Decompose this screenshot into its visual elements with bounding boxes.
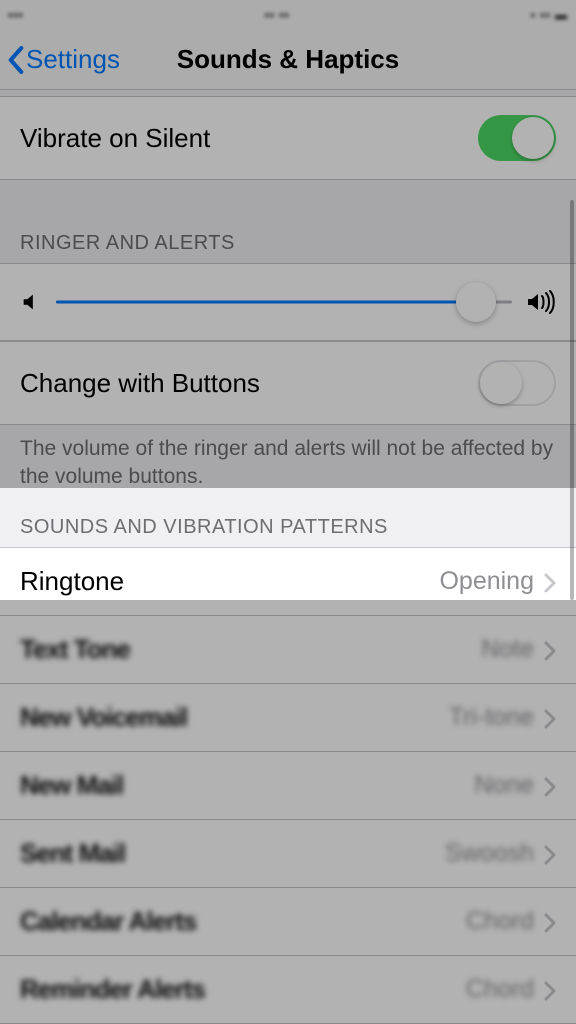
change-with-buttons-toggle[interactable] — [478, 360, 556, 406]
pattern-label: Ringtone — [20, 566, 124, 597]
toggle-knob — [480, 362, 522, 404]
back-button[interactable]: Settings — [0, 44, 120, 75]
pattern-row-new-voicemail[interactable]: New Voicemail Tri-tone — [0, 684, 576, 752]
pattern-row-text-tone[interactable]: Text Tone Note — [0, 616, 576, 684]
vibrate-on-silent-label: Vibrate on Silent — [20, 123, 210, 154]
vibrate-on-silent-row: Vibrate on Silent — [0, 96, 576, 180]
ringer-volume-slider[interactable] — [56, 284, 512, 320]
pattern-value: Tri-tone — [449, 703, 556, 732]
pattern-value: Chord — [466, 975, 556, 1004]
status-bar: ••• •• •• • •• ▬ — [0, 0, 576, 30]
patterns-header: SOUNDS AND VIBRATION PATTERNS — [0, 506, 576, 547]
pattern-label: Calendar Alerts — [20, 906, 196, 937]
chevron-right-icon — [544, 979, 556, 999]
chevron-right-icon — [544, 775, 556, 795]
slider-fill — [56, 301, 476, 304]
slider-thumb[interactable] — [456, 282, 496, 322]
nav-bar: Settings Sounds & Haptics — [0, 30, 576, 90]
chevron-right-icon — [544, 843, 556, 863]
status-left: ••• — [8, 8, 24, 22]
pattern-row-calendar-alerts[interactable]: Calendar Alerts Chord — [0, 888, 576, 956]
pattern-label: New Mail — [20, 770, 123, 801]
pattern-value: Swoosh — [445, 839, 556, 868]
pattern-label: Text Tone — [20, 634, 130, 665]
pattern-row-reminder-alerts[interactable]: Reminder Alerts Chord — [0, 956, 576, 1024]
pattern-label: Sent Mail — [20, 838, 125, 869]
chevron-right-icon — [544, 707, 556, 727]
status-right: • •• ▬ — [531, 8, 568, 22]
pattern-row-ringtone[interactable]: Ringtone Opening — [0, 547, 576, 616]
pattern-label: Reminder Alerts — [20, 974, 205, 1005]
pattern-value: Opening — [439, 567, 556, 596]
pattern-row-sent-mail[interactable]: Sent Mail Swoosh — [0, 820, 576, 888]
chevron-right-icon — [544, 571, 556, 591]
change-with-buttons-row: Change with Buttons — [0, 341, 576, 425]
ringer-alerts-header: RINGER AND ALERTS — [0, 222, 576, 263]
patterns-list: Ringtone Opening Text Tone Note New Voicemai… — [0, 547, 576, 1024]
status-center: •• •• — [265, 8, 290, 22]
pattern-row-new-mail[interactable]: New Mail None — [0, 752, 576, 820]
pattern-value: None — [474, 771, 556, 800]
scroll-indicator — [570, 200, 574, 600]
chevron-right-icon — [544, 639, 556, 659]
pattern-value: Chord — [466, 907, 556, 936]
volume-low-icon — [20, 291, 42, 313]
ringer-volume-row — [0, 263, 576, 341]
volume-high-icon — [526, 289, 556, 315]
chevron-right-icon — [544, 911, 556, 931]
vibrate-on-silent-toggle[interactable] — [478, 115, 556, 161]
chevron-left-icon — [8, 46, 24, 74]
toggle-knob — [512, 117, 554, 159]
pattern-value: Note — [481, 635, 556, 664]
back-label: Settings — [26, 44, 120, 75]
ringer-footer: The volume of the ringer and alerts will… — [0, 425, 576, 506]
pattern-label: New Voicemail — [20, 702, 187, 733]
change-with-buttons-label: Change with Buttons — [20, 368, 260, 399]
